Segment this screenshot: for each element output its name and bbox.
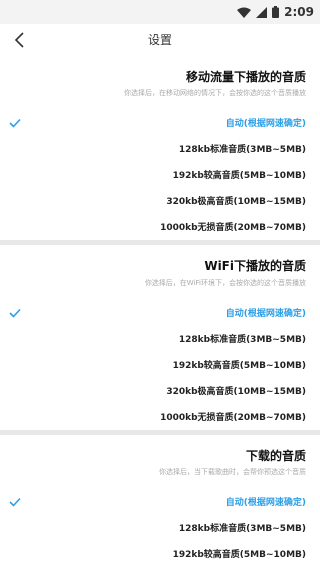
option-label: 128kb标准音质(3MB~5MB) [178,524,306,534]
check-icon [9,497,21,507]
option-label: 320kb极高音质(10MB~15MB) [166,387,306,397]
status-time: 2:09 [284,5,314,19]
status-bar: 2:09 [0,0,320,24]
section-title: 移动流量下播放的音质 [185,70,306,84]
option-label: 1000kb无损音质(20MB~70MB) [160,223,306,233]
status-icons: 2:09 [237,3,314,21]
nav-bar: 设置 [0,24,320,56]
option-auto[interactable]: 自动(根据网速确定) [0,300,320,326]
option-128kb[interactable]: 128kb标准音质(3MB~5MB) [0,326,320,352]
wifi-icon [237,7,252,18]
option-label: 自动(根据网速确定) [225,309,306,319]
option-label: 192kb较高音质(5MB~10MB) [172,171,306,181]
option-label: 320kb极高音质(10MB~15MB) [166,197,306,207]
option-192kb[interactable]: 192kb较高音质(5MB~10MB) [0,352,320,378]
section-wifi-quality: WiFi下播放的音质 你选择后，在WiFi环境下，会按你选的这个音质播放 自动(… [0,245,320,430]
section-desc: 你选择后，在WiFi环境下，会按你选的这个音质播放 [144,279,306,287]
section-title: WiFi下播放的音质 [204,259,306,273]
option-1000kb[interactable]: 1000kb无损音质(20MB~70MB) [0,404,320,430]
option-192kb[interactable]: 192kb较高音质(5MB~10MB) [0,162,320,188]
section-download-quality: 下载的音质 你选择后，当下载歌曲时，会帮你预选这个音质 自动(根据网速确定) 1… [0,435,320,568]
check-icon [9,118,21,128]
battery-icon [272,6,280,18]
page-title: 设置 [147,33,172,47]
section-desc: 你选择后，当下载歌曲时，会帮你预选这个音质 [159,468,306,476]
option-320kb[interactable]: 320kb极高音质(10MB~15MB) [0,378,320,404]
option-128kb[interactable]: 128kb标准音质(3MB~5MB) [0,515,320,541]
option-auto[interactable]: 自动(根据网速确定) [0,110,320,136]
option-label: 192kb较高音质(5MB~10MB) [172,550,306,560]
section-title: 下载的音质 [245,449,306,463]
signal-icon [256,6,268,18]
option-auto[interactable]: 自动(根据网速确定) [0,489,320,515]
section-mobile-quality: 移动流量下播放的音质 你选择后，在移动网络的情况下，会按你选的这个音质播放 自动… [0,56,320,240]
option-label: 128kb标准音质(3MB~5MB) [178,145,306,155]
option-label: 1000kb无损音质(20MB~70MB) [160,413,306,423]
option-128kb[interactable]: 128kb标准音质(3MB~5MB) [0,136,320,162]
option-label: 自动(根据网速确定) [225,498,306,508]
option-label: 自动(根据网速确定) [225,119,306,129]
option-1000kb[interactable]: 1000kb无损音质(20MB~70MB) [0,214,320,240]
option-192kb[interactable]: 192kb较高音质(5MB~10MB) [0,541,320,567]
option-label: 192kb较高音质(5MB~10MB) [172,361,306,371]
option-320kb[interactable]: 320kb极高音质(10MB~15MB) [0,188,320,214]
check-icon [9,308,21,318]
section-desc: 你选择后，在移动网络的情况下，会按你选的这个音质播放 [124,89,306,97]
option-label: 128kb标准音质(3MB~5MB) [178,335,306,345]
